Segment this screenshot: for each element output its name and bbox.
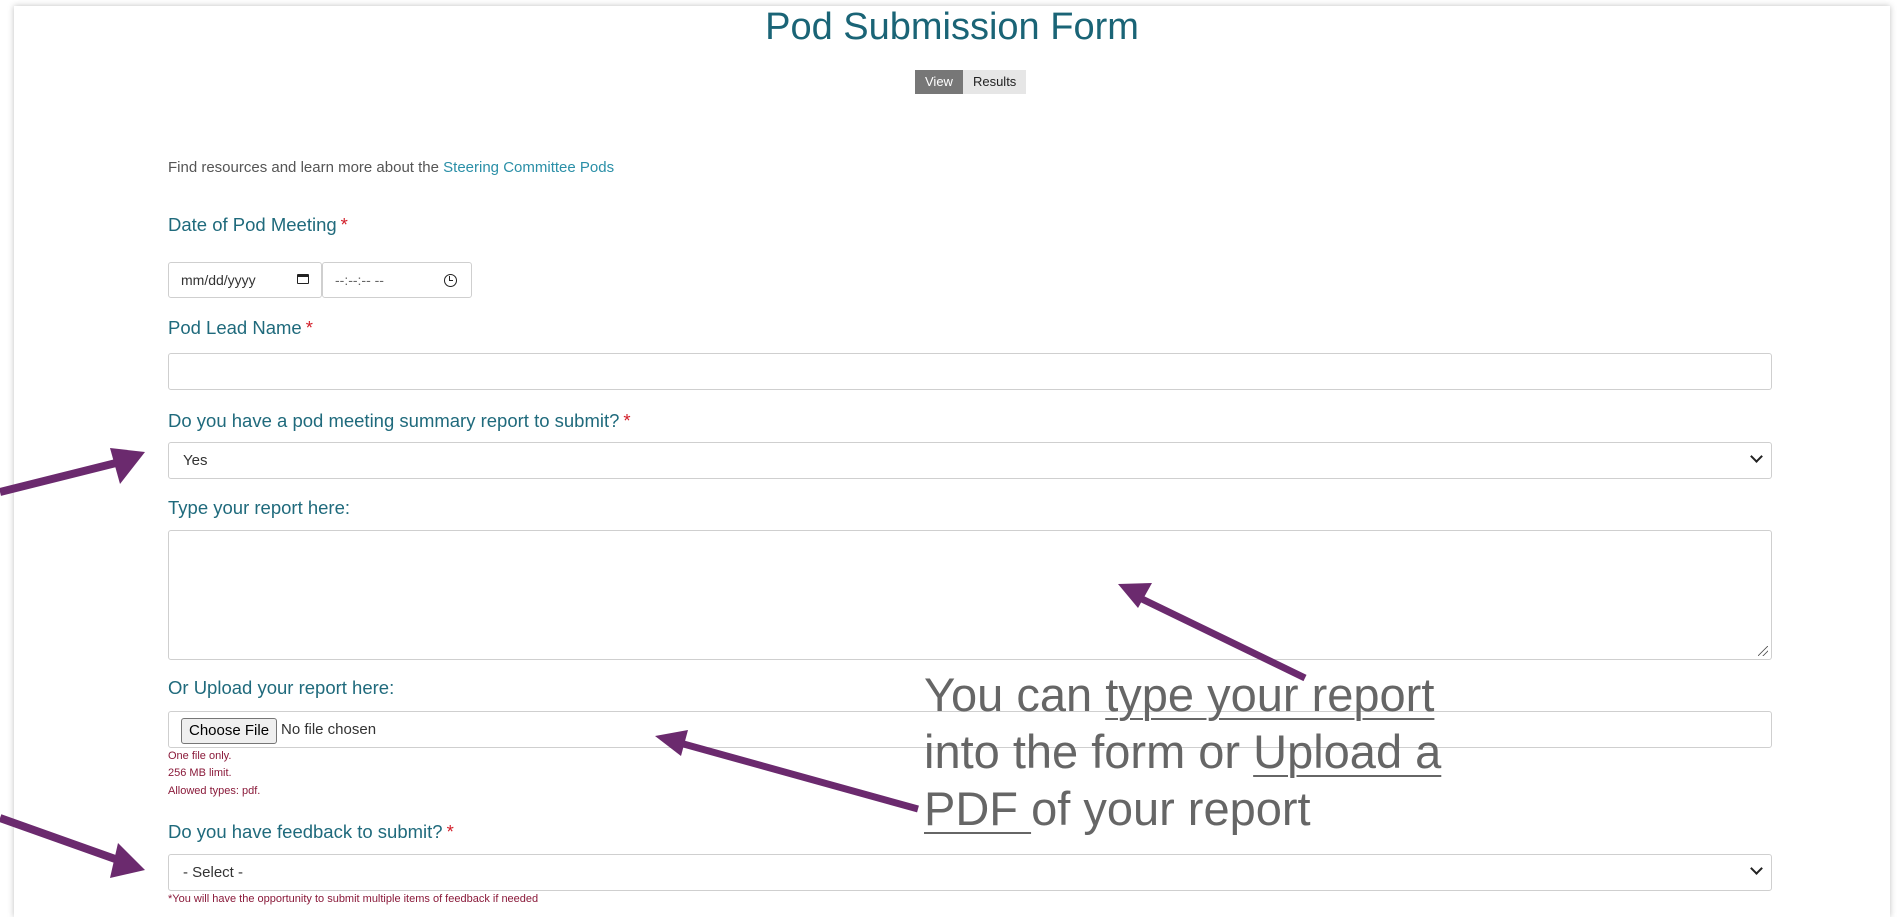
arrow-to-textarea (1138, 594, 1307, 682)
arrow-head-feedback (110, 843, 145, 878)
arrow-head-upload (655, 730, 688, 756)
arrow-head-summary (110, 448, 145, 484)
annotation-arrows (0, 448, 1307, 878)
arrow-to-feedback-select (0, 814, 120, 864)
arrow-to-summary-select (0, 458, 121, 496)
arrow-to-file-upload (679, 739, 919, 813)
